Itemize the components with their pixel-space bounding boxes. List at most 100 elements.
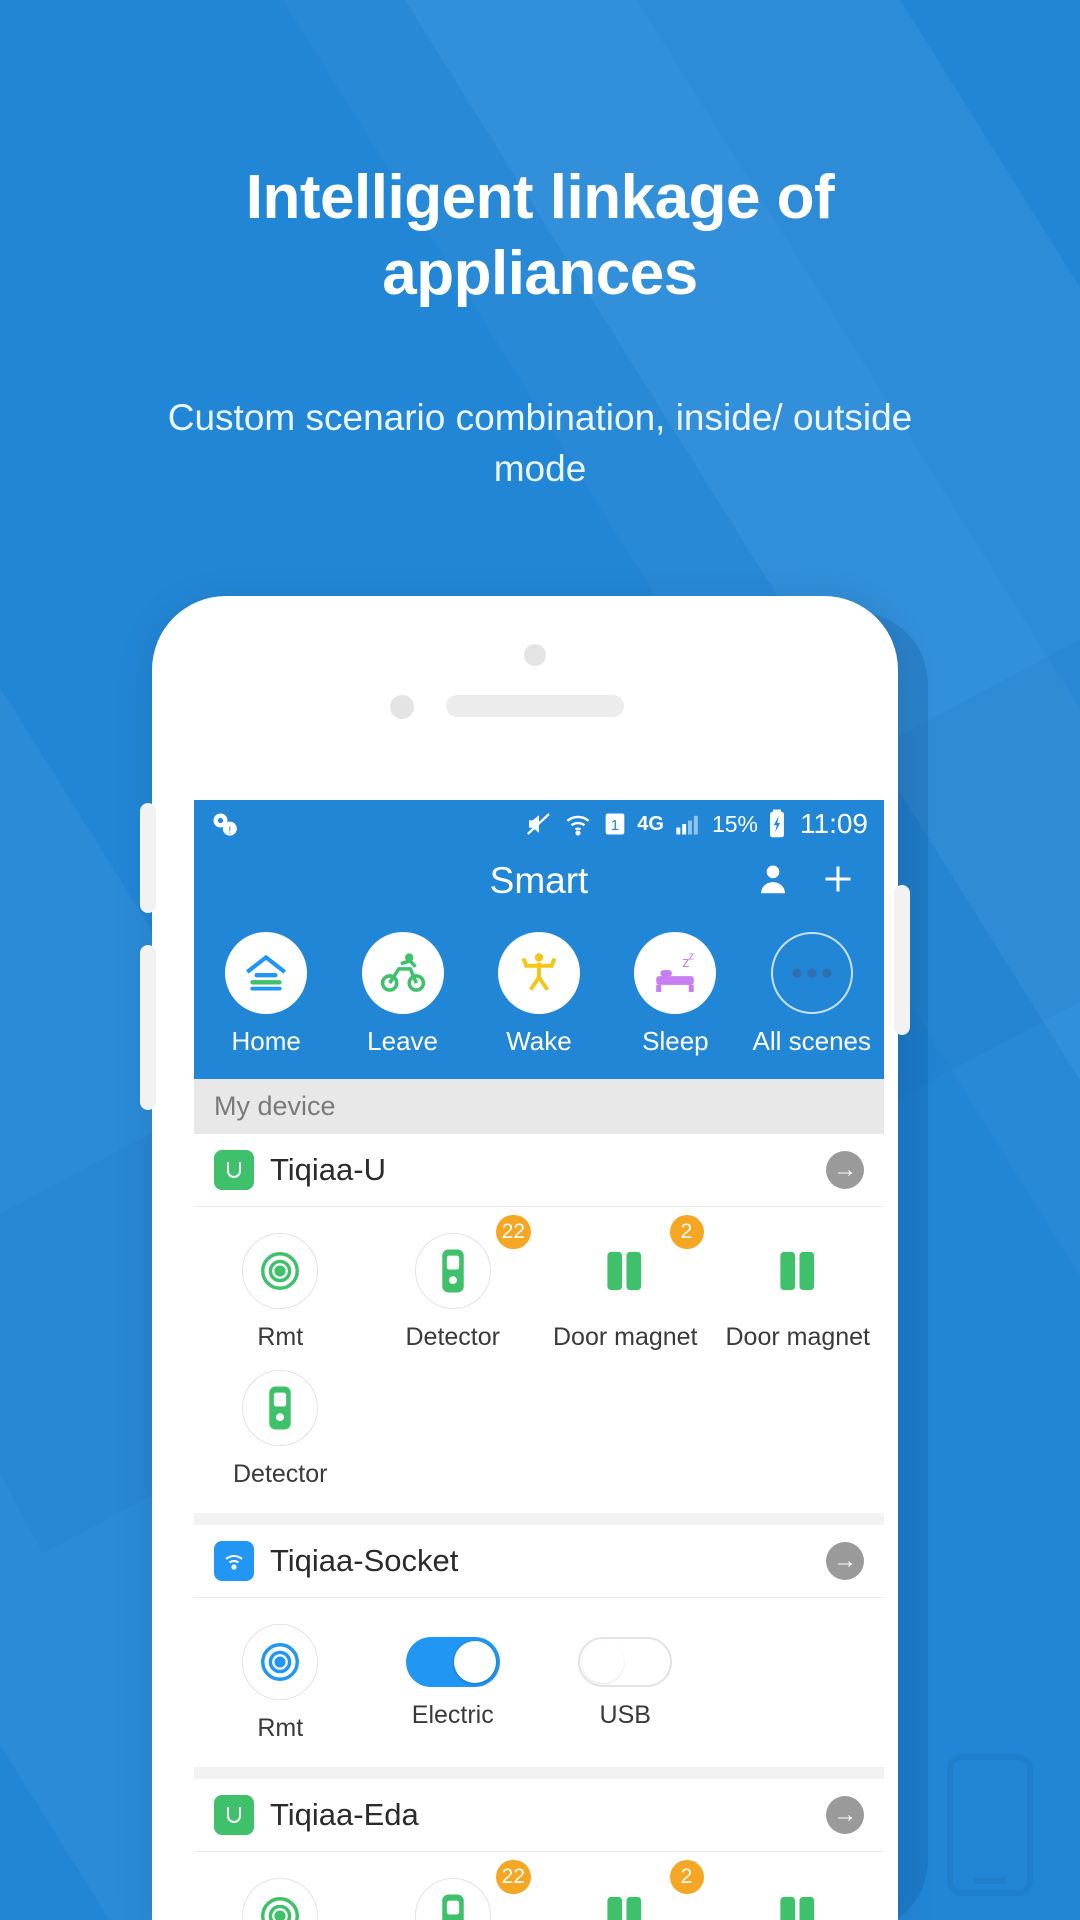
device-item-grid: Rmt Electric USB: [194, 1598, 884, 1767]
remote-target-icon: [242, 1624, 319, 1700]
device-item-rmt[interactable]: Rmt: [194, 1612, 367, 1749]
battery-charging-icon: [767, 809, 787, 839]
volume-buttons: [140, 945, 156, 1110]
promo-headline: Intelligent linkage of appliances: [245, 163, 835, 308]
device-item-rmt[interactable]: Rmt: [194, 1221, 367, 1358]
svg-text:1: 1: [611, 817, 619, 834]
more-dots-icon: [770, 932, 853, 1014]
device-item-label: Rmt: [257, 1323, 304, 1351]
eda-hub-icon: [214, 1795, 254, 1835]
device-item-grid: Rmt 22 Detector: [194, 1207, 884, 1513]
earpiece-speaker: [446, 695, 624, 717]
scene-label: Wake: [506, 1026, 572, 1056]
decorative-phone-watermark: [930, 1745, 1050, 1910]
detector-icon: [414, 1878, 491, 1920]
wake-stretch-icon: [497, 932, 580, 1014]
toggle-knob: [453, 1641, 496, 1683]
4g-icon: 4G: [637, 813, 664, 836]
toggle-knob: [582, 1641, 625, 1683]
remote-target-icon: [242, 1878, 319, 1920]
plus-icon[interactable]: [818, 859, 858, 904]
scene-shortcuts: Home Leave Wake z z Sleep All scenes: [194, 914, 884, 1079]
scene-label: Sleep: [642, 1026, 709, 1056]
scene-home[interactable]: Home: [203, 932, 329, 1057]
remote-target-icon: [242, 1233, 319, 1309]
device-item-label: Electric: [411, 1701, 494, 1729]
device-item-label: Detector: [405, 1323, 500, 1351]
device-item-rmt[interactable]: Rmt: [194, 1866, 367, 1920]
device-item-label: USB: [599, 1701, 651, 1729]
device-name: Tiqiaa-Socket: [270, 1543, 459, 1578]
device-item-door-magnet[interactable]: Door magnet: [712, 1866, 885, 1920]
device-item-label: Rmt: [257, 1714, 304, 1742]
badge-count: 22: [495, 1215, 531, 1249]
device-card: Tiqiaa-Socket → Rmt Electric USB: [194, 1525, 884, 1767]
scene-all-scenes[interactable]: All scenes: [749, 932, 875, 1057]
bed-sleep-icon: z z: [634, 932, 717, 1014]
notification-icon: !: [210, 810, 238, 838]
device-item-door-magnet[interactable]: 2 Door magnet: [539, 1215, 712, 1358]
scene-sleep[interactable]: z z Sleep: [612, 932, 738, 1057]
network-label: 4G: [637, 812, 664, 835]
device-card-header[interactable]: Tiqiaa-Socket →: [194, 1525, 884, 1598]
proximity-sensor-icon: [524, 644, 546, 666]
u-hub-icon: [214, 1150, 254, 1190]
door-magnet-icon: [760, 1233, 836, 1309]
badge-count: 2: [669, 1215, 704, 1249]
status-clock: 11:09: [800, 808, 868, 839]
power-button: [894, 885, 910, 1035]
phone-screen: ! 1 4G 15% 11:09 Smart Home Leave Wake z…: [194, 800, 884, 1920]
front-camera-icon: [390, 695, 414, 719]
app-bar: Smart: [194, 848, 884, 914]
home-icon: [225, 932, 308, 1014]
promo-subheadline: Custom scenario combination, inside/ out…: [167, 397, 913, 490]
device-item-door-magnet[interactable]: Door magnet: [712, 1221, 885, 1358]
scene-label: Leave: [367, 1026, 438, 1056]
chevron-right-icon[interactable]: →: [826, 1796, 864, 1834]
scene-wake[interactable]: Wake: [476, 932, 602, 1057]
device-card: Tiqiaa-U → Rmt 22 Detector 2 Door magnet…: [194, 1134, 884, 1513]
device-item-detector[interactable]: 22 Detector: [367, 1215, 540, 1358]
door-magnet-icon: [760, 1878, 836, 1920]
signal-icon: [673, 810, 703, 838]
scene-label: Home: [231, 1026, 301, 1056]
wifi-icon: [563, 809, 593, 839]
device-card-header[interactable]: Tiqiaa-U →: [194, 1134, 884, 1207]
device-card-header[interactable]: Tiqiaa-Eda →: [194, 1779, 884, 1852]
scene-label: All scenes: [752, 1026, 872, 1056]
user-icon[interactable]: [754, 860, 792, 903]
door-magnet-icon: [587, 1233, 663, 1309]
badge-count: 2: [669, 1860, 704, 1894]
device-card: Tiqiaa-Eda → Rmt: [194, 1779, 884, 1920]
badge-count: 22: [495, 1860, 531, 1894]
svg-text:!: !: [228, 824, 231, 836]
device-name: Tiqiaa-Eda: [270, 1797, 419, 1832]
device-name: Tiqiaa-U: [270, 1152, 386, 1187]
toggle-icon[interactable]: [578, 1637, 673, 1687]
bicycle-icon: [361, 932, 444, 1014]
status-bar: ! 1 4G 15% 11:09: [194, 800, 884, 848]
grid-spacer: [712, 1612, 885, 1749]
device-item-usb[interactable]: USB: [539, 1612, 712, 1749]
device-item-grid: Rmt 22 Detector: [194, 1852, 884, 1920]
toggle-icon[interactable]: [405, 1637, 500, 1687]
device-item-detector[interactable]: 22 Detector: [367, 1860, 540, 1920]
svg-text:z: z: [689, 951, 695, 963]
door-magnet-icon: [587, 1878, 663, 1920]
battery-percent: 15%: [711, 810, 758, 837]
device-item-label: Door magnet: [725, 1323, 871, 1351]
device-item-door-magnet[interactable]: 2 Door magnet: [539, 1860, 712, 1920]
device-item-label: Detector: [233, 1460, 328, 1488]
chevron-right-icon[interactable]: →: [826, 1542, 864, 1580]
socket-wifi-icon: [214, 1541, 254, 1581]
chevron-right-icon[interactable]: →: [826, 1151, 864, 1189]
sim-1-icon: 1: [602, 810, 628, 838]
mute-icon: [524, 809, 554, 839]
section-header-my-device: My device: [194, 1079, 884, 1134]
scene-leave[interactable]: Leave: [340, 932, 466, 1057]
device-item-detector[interactable]: Detector: [194, 1358, 367, 1495]
detector-icon: [242, 1370, 319, 1446]
device-item-label: Door magnet: [552, 1323, 698, 1351]
detector-icon: [414, 1233, 491, 1309]
device-item-electric[interactable]: Electric: [367, 1612, 540, 1749]
